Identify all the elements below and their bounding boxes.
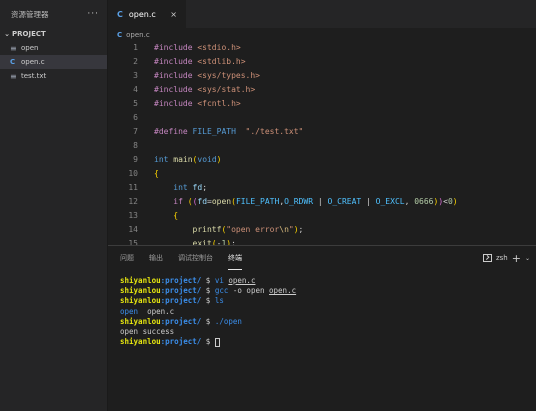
code-text: printf("open error\n"); <box>192 225 304 234</box>
line-number: 13 <box>128 211 138 220</box>
line-number: 9 <box>133 155 138 164</box>
editor-tab-bar: C open.c × <box>108 0 536 28</box>
line-number: 7 <box>133 127 138 136</box>
terminal-line: shiyanlou:project/ $ gcc -o open open.c <box>120 286 297 296</box>
tab-output[interactable]: 输出 <box>149 246 163 270</box>
line-number: 15 <box>128 239 138 245</box>
new-terminal-plus-icon[interactable]: + <box>512 253 521 264</box>
code-text: if ((fd=open(FILE_PATH,O_RDWR | O_CREAT … <box>173 197 458 206</box>
terminal-line: open success <box>120 326 175 336</box>
c-file-icon: C <box>117 10 123 19</box>
project-folder-label: PROJECT <box>12 30 46 38</box>
code-text: #define FILE_PATH "./test.txt" <box>154 127 304 136</box>
line-number: 6 <box>133 113 138 122</box>
terminal-line: shiyanlou:project/ $ ./open <box>120 316 242 326</box>
more-actions-icon[interactable]: ··· <box>87 9 99 19</box>
code-text: #include <sys/stat.h> <box>154 85 256 94</box>
code-text: { <box>173 211 179 220</box>
text-file-icon: ≡ <box>10 71 17 81</box>
line-number: 1 <box>133 43 138 52</box>
code-line[interactable]: 8 <box>108 139 536 153</box>
tab-terminal[interactable]: 终端 <box>228 246 242 270</box>
code-line[interactable]: 4 #include <sys/stat.h> <box>108 83 536 97</box>
code-text: int main(void) <box>154 155 222 164</box>
terminal-cursor <box>214 337 220 347</box>
code-line[interactable]: 1 #include <stdio.h> <box>108 41 536 55</box>
file-label: open <box>21 44 39 52</box>
bottom-panel: 问题 输出 调试控制台 终端 zsh + ⌄ shiyanlou:project… <box>108 245 536 411</box>
code-line[interactable]: 11 int fd; <box>108 181 536 195</box>
line-number: 11 <box>128 183 138 192</box>
code-text: { <box>154 169 159 178</box>
shell-label[interactable]: zsh <box>496 254 508 262</box>
code-line[interactable]: 6 <box>108 111 536 125</box>
code-line[interactable]: 10 { <box>108 167 536 181</box>
terminal-output[interactable]: shiyanlou:project/ $ vi open.c shiyanlou… <box>120 276 296 347</box>
terminal-line: shiyanlou:project/ $ vi open.c <box>120 276 256 285</box>
file-label: test.txt <box>21 72 47 80</box>
code-text: #include <stdlib.h> <box>154 57 246 66</box>
tab-label: open.c <box>128 10 156 19</box>
code-line[interactable]: 3 #include <sys/types.h> <box>108 69 536 83</box>
code-text: #include <sys/types.h> <box>154 71 260 80</box>
tab-open-c[interactable]: C open.c × <box>108 0 186 28</box>
c-file-icon: C <box>10 58 16 66</box>
close-icon[interactable]: × <box>170 10 177 19</box>
code-text: int fd; <box>173 183 208 192</box>
terminal-line: open open.c <box>120 306 175 316</box>
c-file-icon: C <box>117 30 123 39</box>
code-line[interactable]: 15 exit(-1); <box>108 237 536 245</box>
code-text: exit(-1); <box>192 239 236 245</box>
project-folder[interactable]: ⌄ PROJECT <box>0 27 107 41</box>
code-line[interactable]: 14 printf("open error\n"); <box>108 223 536 237</box>
line-number: 4 <box>133 85 138 94</box>
breadcrumb-label: open.c <box>126 30 150 39</box>
chevron-down-icon: ⌄ <box>4 30 10 38</box>
terminal-line: shiyanlou:project/ $ ls <box>120 296 224 306</box>
line-number: 14 <box>128 225 138 234</box>
line-number: 3 <box>133 71 138 80</box>
line-number: 5 <box>133 99 138 108</box>
panel-tab-bar: 问题 输出 调试控制台 终端 zsh + ⌄ <box>108 246 536 270</box>
code-line[interactable]: 7 #define FILE_PATH "./test.txt" <box>108 125 536 139</box>
chevron-down-icon[interactable]: ⌄ <box>525 255 530 262</box>
line-number: 8 <box>133 141 138 150</box>
tab-problems[interactable]: 问题 <box>120 246 134 270</box>
code-text: #include <fcntl.h> <box>154 99 241 108</box>
terminal-icon <box>482 254 492 262</box>
tab-debug-console[interactable]: 调试控制台 <box>178 246 213 270</box>
code-line[interactable]: 9 int main(void) <box>108 153 536 167</box>
line-number: 2 <box>133 57 138 66</box>
explorer-title: 资源管理器 <box>11 9 49 19</box>
file-item-open-c[interactable]: C open.c <box>0 55 107 69</box>
code-text: #include <stdio.h> <box>154 43 241 52</box>
editor-area: C open.c × C open.c 1 #include <stdio.h> 2… <box>108 0 536 245</box>
explorer-sidebar: 资源管理器 ··· ⌄ PROJECT ≡ open C open.c ≡ te… <box>0 0 108 411</box>
code-line[interactable]: 12 if ((fd=open(FILE_PATH,O_RDWR | O_CRE… <box>108 195 536 209</box>
line-number: 12 <box>128 197 138 206</box>
line-number: 10 <box>128 169 138 178</box>
code-editor[interactable]: 1 #include <stdio.h> 2 #include <stdlib.h> 3… <box>108 41 536 245</box>
file-item-test-txt[interactable]: ≡ test.txt <box>0 69 107 83</box>
terminal-line: shiyanlou:project/ $ <box>120 337 296 347</box>
file-item-open[interactable]: ≡ open <box>0 41 107 55</box>
file-label: open.c <box>21 58 45 66</box>
code-line[interactable]: 2 #include <stdlib.h> <box>108 55 536 69</box>
code-line[interactable]: 13 { <box>108 209 536 223</box>
breadcrumb[interactable]: C open.c <box>108 28 536 41</box>
text-file-icon: ≡ <box>10 43 17 53</box>
terminal-actions: zsh + ⌄ <box>482 253 536 264</box>
explorer-header: 资源管理器 ··· <box>0 0 107 28</box>
code-line[interactable]: 5 #include <fcntl.h> <box>108 97 536 111</box>
